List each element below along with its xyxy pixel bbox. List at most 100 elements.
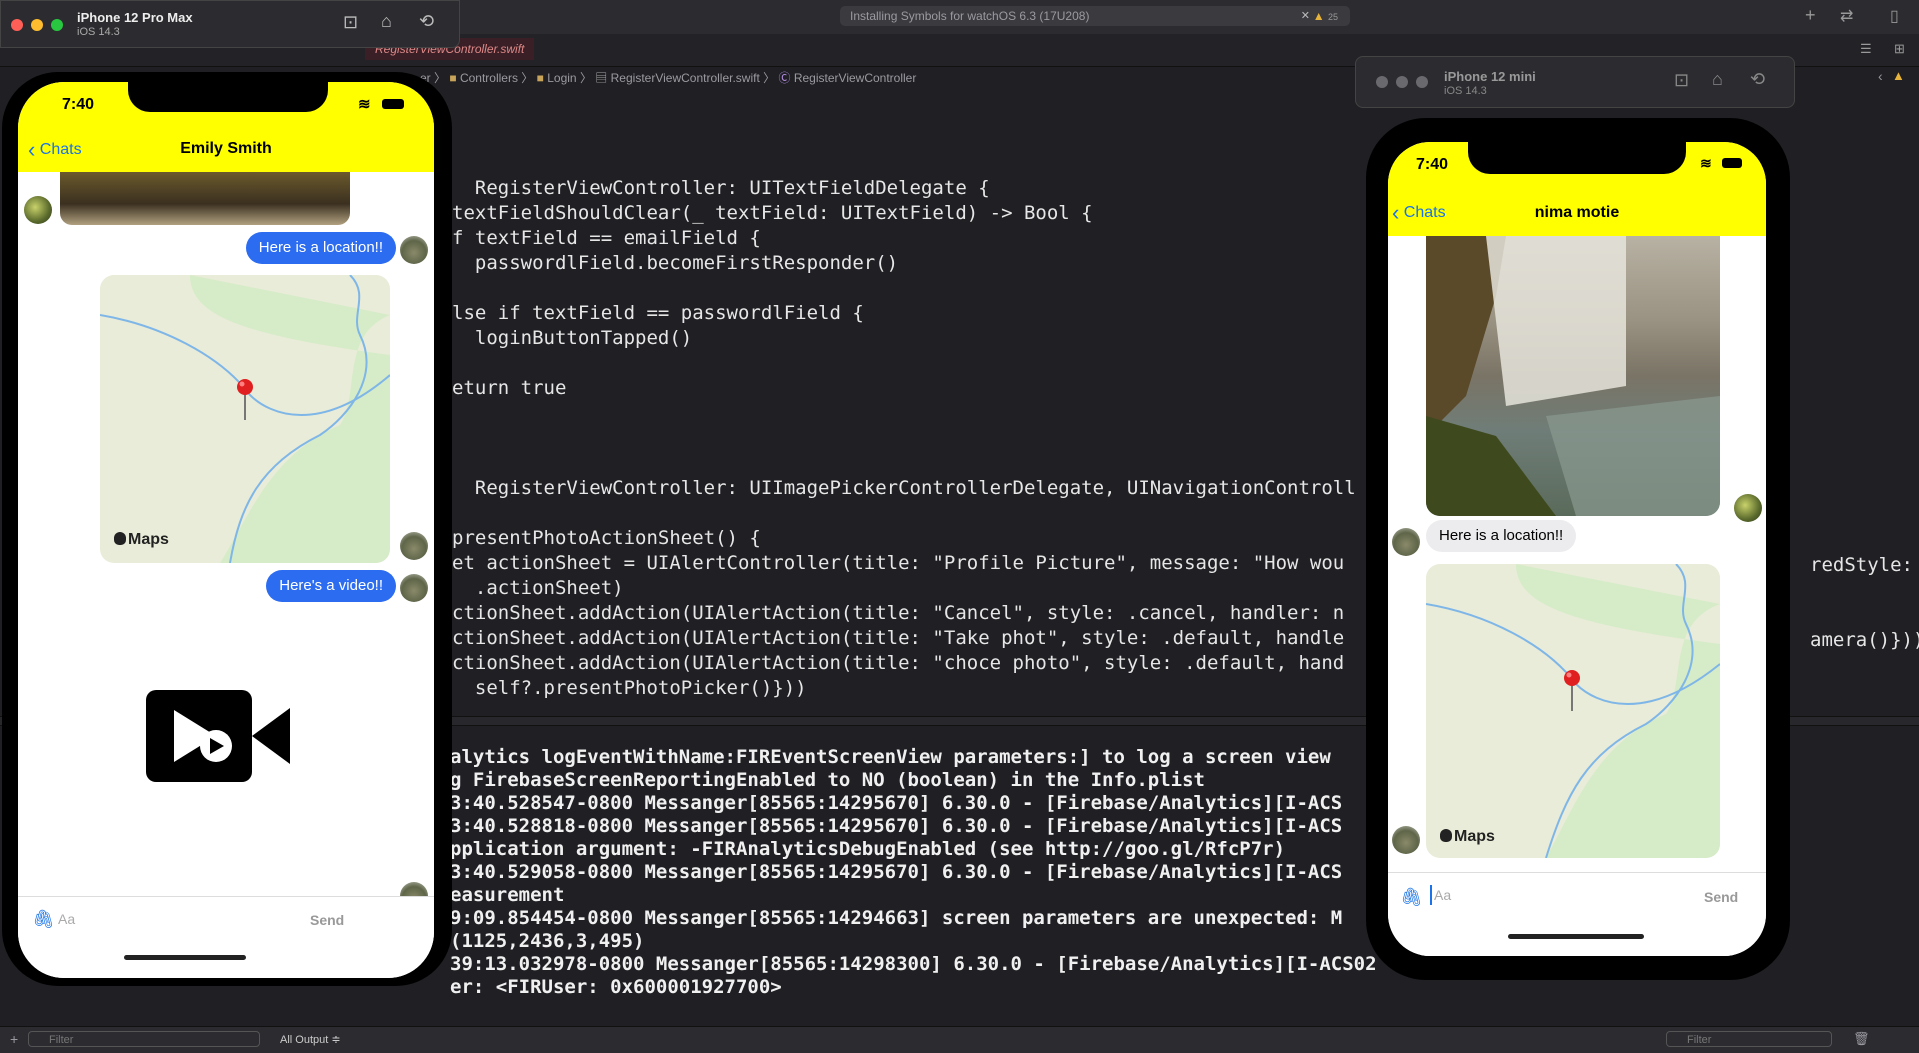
map-graphic — [100, 275, 390, 563]
avatar — [1734, 494, 1762, 522]
close-window-button[interactable] — [11, 19, 23, 31]
console-line: easurement — [450, 884, 565, 906]
jump-bar-item[interactable]: RegisterViewController — [794, 71, 917, 85]
minimize-window-button[interactable] — [31, 19, 43, 31]
rotate-icon[interactable]: ⟲ — [419, 11, 434, 32]
home-indicator[interactable] — [1508, 934, 1644, 939]
code-line: et actionSheet = UIAlertController(title… — [452, 552, 1345, 574]
device-os: iOS 14.3 — [1444, 85, 1487, 97]
avatar — [1392, 528, 1420, 556]
photo-message-fragment[interactable] — [60, 172, 350, 225]
notch — [128, 82, 328, 112]
close-icon[interactable]: ✕ — [1301, 6, 1310, 26]
trash-icon[interactable]: 🗑 — [1853, 1031, 1870, 1047]
code-text-right: redStyle: amera()})) — [1810, 553, 1919, 653]
jump-bar-item[interactable]: Controllers — [460, 71, 518, 85]
swift-file-icon: ▤ — [595, 71, 608, 85]
send-button[interactable]: Send — [310, 912, 344, 928]
message-bubble[interactable]: Here's a video!! — [266, 570, 396, 602]
message-input[interactable]: Aa — [1434, 887, 1451, 903]
chevron-left-icon[interactable]: ‹ — [1878, 68, 1883, 84]
code-line: ctionSheet.addAction(UIAlertAction(title… — [452, 652, 1345, 674]
phone-screen: 7:40 ≋ ‹ Chats nima motie Here is a loca… — [1388, 142, 1766, 956]
swap-icon[interactable]: ⇄ — [1840, 6, 1853, 26]
jump-bar-item[interactable]: RegisterViewController.swift — [611, 71, 760, 85]
filter-placeholder: Filter — [49, 1034, 74, 1046]
navigation-bar: 7:40 ≋ ‹ Chats nima motie — [1388, 142, 1766, 236]
message-list[interactable]: Here is a location!! Maps — [1388, 236, 1766, 872]
apple-icon — [114, 532, 126, 545]
battery-icon — [1722, 158, 1742, 168]
filter-field-left[interactable]: Filter — [28, 1031, 260, 1047]
avatar — [400, 236, 428, 264]
message-list[interactable]: Here is a location!! Maps Here's a video… — [18, 172, 434, 896]
add-editor-icon[interactable]: ⊞ — [1894, 41, 1905, 57]
code-text[interactable]: RegisterViewController: UITextFieldDeleg… — [452, 176, 1356, 701]
plus-icon[interactable]: + — [10, 1031, 18, 1047]
sidebar-toggle-icon[interactable]: ▯ — [1890, 6, 1899, 26]
activity-viewer: Installing Symbols for watchOS 6.3 (17U2… — [840, 6, 1350, 26]
warning-icon[interactable]: ▲ — [1892, 68, 1905, 83]
code-line: f textField == emailField { — [452, 227, 761, 249]
code-line: self?.presentPhotoPicker()})) — [452, 677, 807, 699]
plus-icon[interactable]: + — [1805, 5, 1816, 26]
avatar — [400, 882, 428, 896]
zoom-window-button[interactable] — [1416, 76, 1428, 88]
code-line: RegisterViewController: UITextFieldDeleg… — [452, 177, 990, 199]
screenshot-icon[interactable]: ⊡ — [343, 12, 358, 33]
console-line: (1125,2436,3,495) — [450, 930, 645, 952]
console-line: 9:09.854454-0800 Messanger[85565:1429466… — [450, 907, 1343, 929]
close-window-button[interactable] — [1376, 76, 1388, 88]
maps-label: Maps — [1454, 828, 1495, 845]
status-time: 7:40 — [1416, 156, 1449, 173]
iphone-12-pro-max: 7:40 ≋ ‹ Chats Emily Smith Here is a loc… — [2, 72, 452, 986]
minimize-window-button[interactable] — [1396, 76, 1408, 88]
rotate-icon[interactable]: ⟲ — [1750, 69, 1765, 90]
console-line: 3:40.529058-0800 Messanger[85565:1429567… — [450, 861, 1343, 883]
screenshot-icon[interactable]: ⊡ — [1674, 70, 1689, 91]
filter-field-right[interactable]: Filter — [1666, 1031, 1832, 1047]
code-line: passwordlField.becomeFirstResponder() — [452, 252, 899, 274]
send-button[interactable]: Send — [1704, 889, 1738, 905]
folder-icon: ■ — [536, 71, 544, 85]
jump-bar-item[interactable]: Login — [547, 71, 576, 85]
message-input[interactable]: Aa — [58, 911, 75, 927]
code-line: redStyle: — [1810, 554, 1913, 576]
home-icon[interactable]: ⌂ — [1712, 69, 1723, 90]
jump-bar[interactable]: er 〉 ■ Controllers 〉 ■ Login 〉 ▤ Registe… — [420, 69, 916, 86]
message-bubble[interactable]: Here is a location!! — [245, 232, 396, 264]
code-line: lse if textField == passwordlField { — [452, 302, 864, 324]
status-time: 7:40 — [62, 96, 95, 113]
code-line: ctionSheet.addAction(UIAlertAction(title… — [452, 602, 1345, 624]
avatar — [400, 532, 428, 560]
wifi-icon: ≋ — [358, 96, 371, 113]
home-icon[interactable]: ⌂ — [381, 11, 392, 32]
filter-placeholder: Filter — [1687, 1034, 1712, 1046]
output-menu[interactable]: All Output ≑ — [280, 1033, 341, 1046]
simulator-title-bar-right[interactable]: iPhone 12 mini iOS 14.3 ⊡ ⌂ ⟲ — [1355, 56, 1795, 108]
code-line: presentPhotoActionSheet() { — [452, 527, 761, 549]
debug-bottom-bar: + Filter All Output ≑ Filter 🗑 — [0, 1026, 1919, 1053]
video-message[interactable] — [144, 688, 294, 784]
home-indicator[interactable] — [124, 955, 246, 960]
chat-title: Emily Smith — [180, 140, 272, 157]
photo-message[interactable] — [1426, 236, 1720, 516]
paperclip-icon[interactable]: 🖇 — [1400, 887, 1423, 908]
warning-icon[interactable]: ▲ 25 — [1313, 6, 1338, 27]
navigation-bar: 7:40 ≋ ‹ Chats Emily Smith — [18, 82, 434, 172]
message-bubble[interactable]: Here is a location!! — [1426, 520, 1577, 552]
simulator-title-bar-left[interactable]: iPhone 12 Pro Max iOS 14.3 ⊡ ⌂ ⟲ — [0, 0, 460, 48]
editor-options-icon[interactable]: ☰ — [1860, 41, 1872, 57]
console-output[interactable]: alytics logEventWithName:FIREventScreenV… — [450, 746, 1377, 999]
console-line: g FirebaseScreenReportingEnabled to NO (… — [450, 769, 1205, 791]
map-message[interactable]: Maps — [100, 275, 390, 563]
video-camera-icon — [146, 690, 290, 782]
map-message[interactable]: Maps — [1426, 564, 1720, 858]
apple-icon — [1440, 829, 1452, 842]
paperclip-icon[interactable]: 🖇 — [32, 909, 55, 930]
maps-label: Maps — [128, 531, 169, 548]
zoom-window-button[interactable] — [51, 19, 63, 31]
